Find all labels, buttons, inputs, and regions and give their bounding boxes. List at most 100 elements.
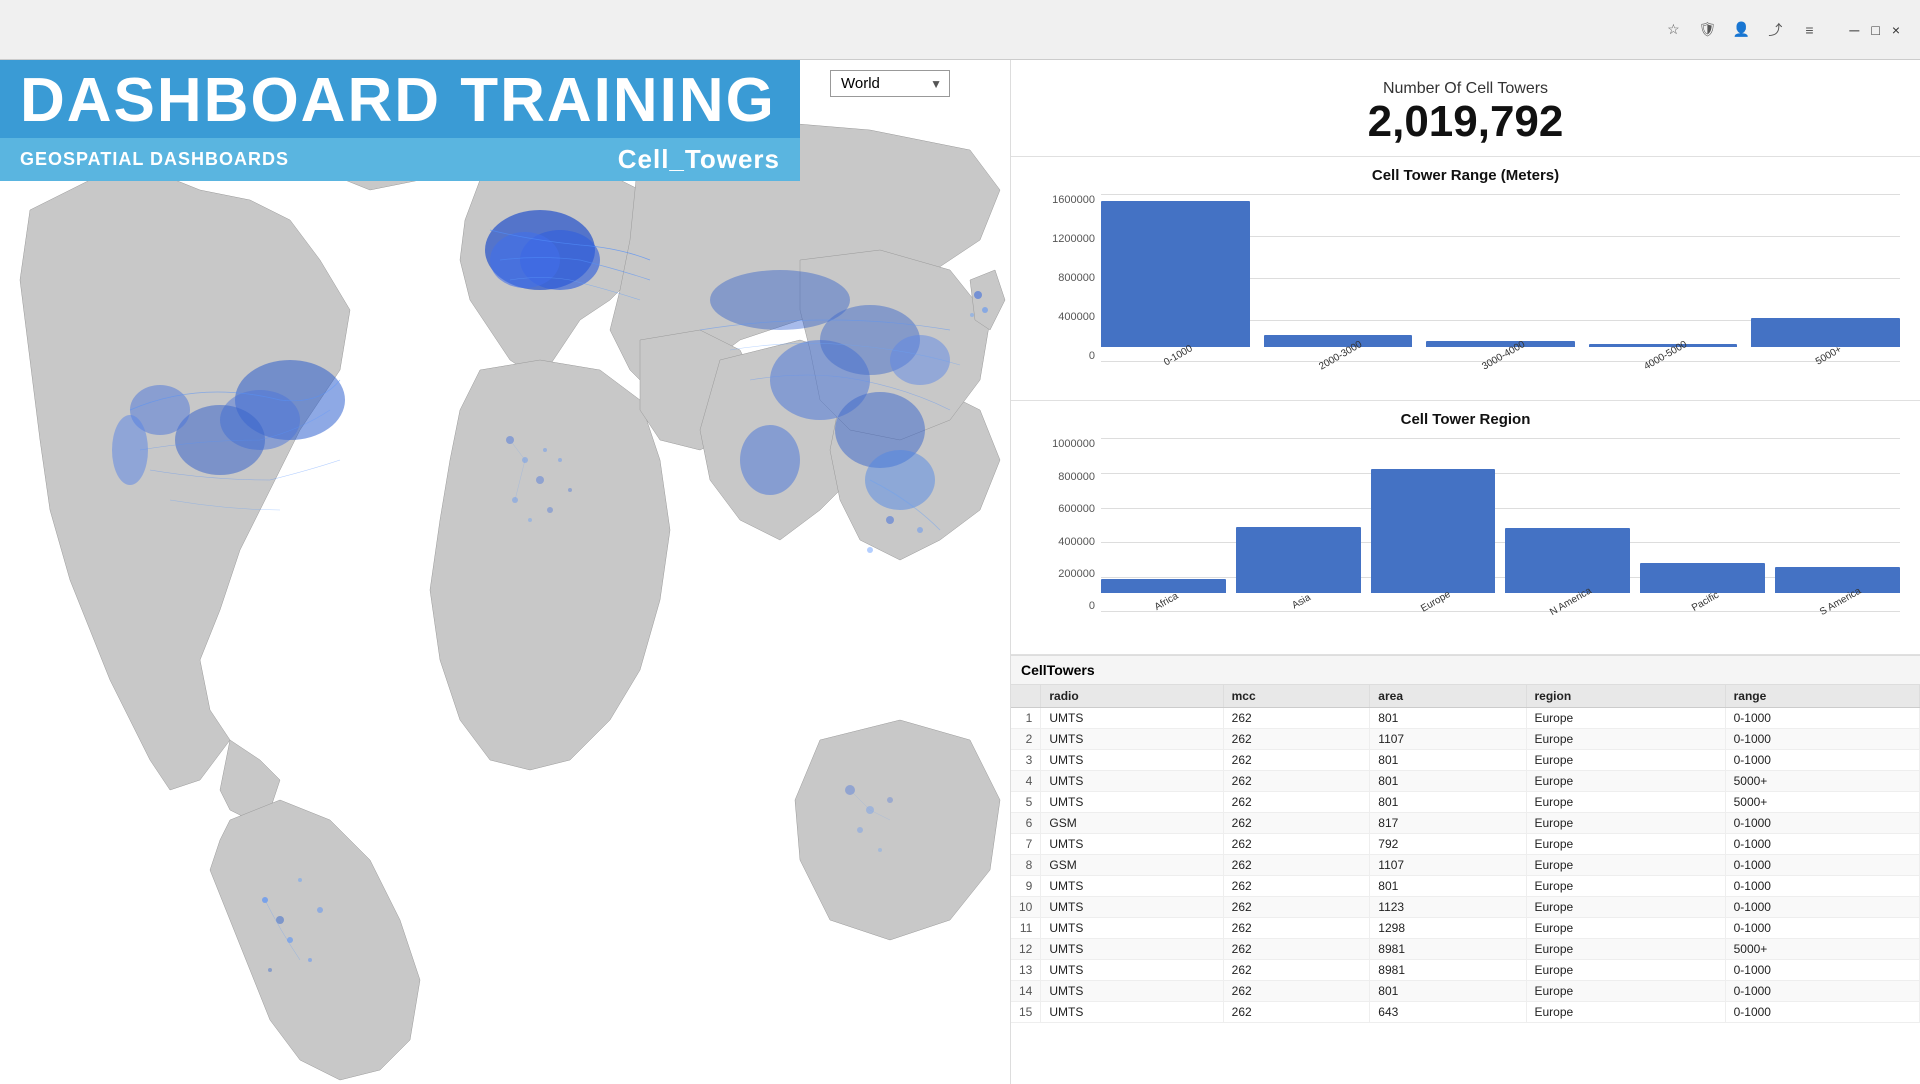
cell-area: 1107 <box>1370 855 1526 876</box>
browser-chrome: ☆ 🛡 👤 ⤴ ≡ ─ □ × <box>0 0 1920 60</box>
row-num: 8 <box>1011 855 1041 876</box>
cell-region: Europe <box>1526 960 1725 981</box>
cell-radio: UMTS <box>1041 939 1223 960</box>
table-row: 6GSM262817Europe0-1000 <box>1011 813 1920 834</box>
window-controls: ─ □ × <box>1849 22 1900 38</box>
row-num: 2 <box>1011 729 1041 750</box>
table-row: 13UMTS2628981Europe0-1000 <box>1011 960 1920 981</box>
cell-radio: GSM <box>1041 813 1223 834</box>
cell-area: 643 <box>1370 1002 1526 1023</box>
table-row: 15UMTS262643Europe0-1000 <box>1011 1002 1920 1023</box>
cell-mcc: 262 <box>1223 771 1370 792</box>
row-num: 14 <box>1011 981 1041 1002</box>
cell-region: Europe <box>1526 771 1725 792</box>
menu-icon[interactable]: ≡ <box>1801 22 1817 38</box>
cell-radio: UMTS <box>1041 981 1223 1002</box>
table-row: 2UMTS2621107Europe0-1000 <box>1011 729 1920 750</box>
cell-mcc: 262 <box>1223 792 1370 813</box>
range-chart-title: Cell Tower Range (Meters) <box>1031 167 1900 184</box>
cell-mcc: 262 <box>1223 855 1370 876</box>
row-num: 4 <box>1011 771 1041 792</box>
cell-area: 8981 <box>1370 960 1526 981</box>
close-button[interactable]: × <box>1892 22 1900 38</box>
cell-mcc: 262 <box>1223 918 1370 939</box>
cell-area: 8981 <box>1370 939 1526 960</box>
table-row: 1UMTS262801Europe0-1000 <box>1011 708 1920 729</box>
user-icon[interactable]: 👤 <box>1733 22 1749 38</box>
world-select[interactable]: World Africa Asia Europe N America Pacif… <box>830 70 950 97</box>
cell-radio: UMTS <box>1041 876 1223 897</box>
table-wrapper[interactable]: radio mcc area region range 1UMTS262801E… <box>1011 685 1920 1084</box>
cell-range: 5000+ <box>1725 792 1919 813</box>
table-row: 7UMTS262792Europe0-1000 <box>1011 834 1920 855</box>
cell-region: Europe <box>1526 1002 1725 1023</box>
dashboard-title: DASHBOARD TRAINING <box>20 70 780 132</box>
range-y2: 800000 <box>1058 272 1095 284</box>
row-num: 6 <box>1011 813 1041 834</box>
cell-region: Europe <box>1526 897 1725 918</box>
world-filter[interactable]: World Africa Asia Europe N America Pacif… <box>830 70 950 97</box>
cell-range: 0-1000 <box>1725 729 1919 750</box>
cell-region: Europe <box>1526 750 1725 771</box>
cell-region: Europe <box>1526 729 1725 750</box>
cell-radio: UMTS <box>1041 834 1223 855</box>
cell-mcc: 262 <box>1223 729 1370 750</box>
world-map <box>0 60 1010 1084</box>
table-row: 12UMTS2628981Europe5000+ <box>1011 939 1920 960</box>
col-region: region <box>1526 685 1725 708</box>
cell-mcc: 262 <box>1223 1002 1370 1023</box>
cell-range: 0-1000 <box>1725 981 1919 1002</box>
region-bar-samerica: S America <box>1775 438 1900 608</box>
star-icon[interactable]: ☆ <box>1665 22 1681 38</box>
cell-area: 801 <box>1370 750 1526 771</box>
cell-radio: UMTS <box>1041 792 1223 813</box>
cell-radio: UMTS <box>1041 897 1223 918</box>
geo-label: GEOSPATIAL DASHBOARDS <box>20 149 289 170</box>
right-panel: Number Of Cell Towers 2,019,792 Cell Tow… <box>1010 60 1920 1084</box>
range-bar-2000-3000: 2000-3000 <box>1264 194 1413 362</box>
cell-radio: UMTS <box>1041 750 1223 771</box>
range-y1: 400000 <box>1058 311 1095 323</box>
row-num: 11 <box>1011 918 1041 939</box>
shield-icon[interactable]: 🛡 <box>1699 22 1715 38</box>
table-row: 3UMTS262801Europe0-1000 <box>1011 750 1920 771</box>
col-radio: radio <box>1041 685 1223 708</box>
region-bar-africa: Africa <box>1101 438 1226 608</box>
row-num: 10 <box>1011 897 1041 918</box>
cell-mcc: 262 <box>1223 960 1370 981</box>
cell-radio: UMTS <box>1041 960 1223 981</box>
minimize-button[interactable]: ─ <box>1849 22 1859 38</box>
cell-area: 792 <box>1370 834 1526 855</box>
table-row: 14UMTS262801Europe0-1000 <box>1011 981 1920 1002</box>
region-bar-namerica: N America <box>1505 438 1630 608</box>
row-num: 3 <box>1011 750 1041 771</box>
cell-range: 0-1000 <box>1725 918 1919 939</box>
row-num: 15 <box>1011 1002 1041 1023</box>
range-bar-3000-4000: 3000-4000 <box>1426 194 1575 362</box>
cell-towers-table: radio mcc area region range 1UMTS262801E… <box>1011 685 1920 1023</box>
cell-range: 0-1000 <box>1725 834 1919 855</box>
dashboard-header: DASHBOARD TRAINING GEOSPATIAL DASHBOARDS… <box>0 60 800 181</box>
cell-region: Europe <box>1526 981 1725 1002</box>
cell-mcc: 262 <box>1223 813 1370 834</box>
cell-region: Europe <box>1526 855 1725 876</box>
region-bar-europe: Europe <box>1371 438 1496 608</box>
region-chart-section: Cell Tower Region 1000000 800000 600000 … <box>1011 401 1920 655</box>
cell-range: 0-1000 <box>1725 813 1919 834</box>
region-label-0: Africa <box>1152 591 1180 613</box>
maximize-button[interactable]: □ <box>1871 22 1879 38</box>
region-y1: 200000 <box>1058 568 1095 580</box>
cell-region: Europe <box>1526 708 1725 729</box>
browser-icons: ☆ 🛡 👤 ⤴ ≡ <box>1665 22 1817 38</box>
row-num: 7 <box>1011 834 1041 855</box>
cell-area: 1298 <box>1370 918 1526 939</box>
cell-range: 0-1000 <box>1725 876 1919 897</box>
cell-range: 0-1000 <box>1725 960 1919 981</box>
region-y4: 800000 <box>1058 471 1095 483</box>
cell-area: 801 <box>1370 771 1526 792</box>
cell-range: 5000+ <box>1725 939 1919 960</box>
share-icon[interactable]: ⤴ <box>1767 22 1783 38</box>
table-row: 4UMTS262801Europe5000+ <box>1011 771 1920 792</box>
row-num: 1 <box>1011 708 1041 729</box>
cell-mcc: 262 <box>1223 939 1370 960</box>
